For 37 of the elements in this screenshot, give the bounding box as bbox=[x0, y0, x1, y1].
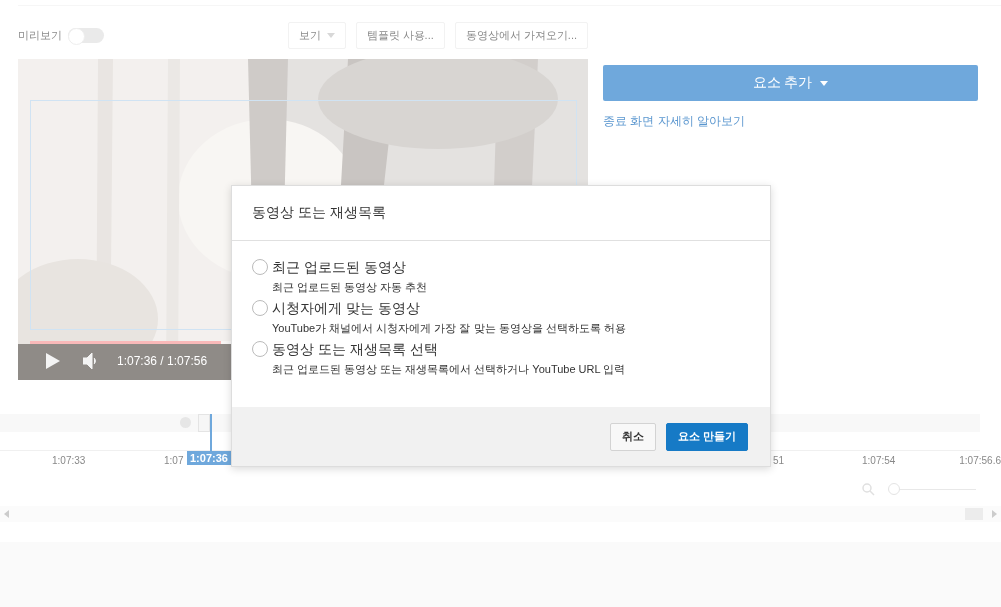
scroll-left-icon[interactable] bbox=[4, 510, 9, 518]
scroll-right-icon[interactable] bbox=[992, 510, 997, 518]
caret-icon bbox=[820, 80, 829, 86]
horizontal-scrollbar[interactable] bbox=[0, 506, 1001, 522]
zoom-slider[interactable] bbox=[888, 483, 976, 495]
play-icon[interactable] bbox=[46, 353, 60, 369]
radio-button[interactable] bbox=[252, 300, 268, 316]
playhead-line bbox=[210, 414, 212, 452]
slider-thumb[interactable] bbox=[888, 483, 900, 495]
volume-icon[interactable] bbox=[83, 353, 99, 369]
time-tick: 1:07:33 bbox=[52, 455, 86, 466]
preview-label: 미리보기 bbox=[18, 28, 62, 43]
dialog-title: 동영상 또는 재생목록 bbox=[252, 204, 386, 222]
toolbar-button[interactable]: 동영상에서 가져오기... bbox=[454, 22, 588, 49]
option-description: 최근 업로드된 동영상 또는 재생목록에서 선택하거나 YouTube URL 입력 bbox=[272, 362, 627, 377]
time-tick: 51 bbox=[773, 455, 785, 466]
playhead-time: 1:07:36 bbox=[187, 451, 231, 465]
radio-button[interactable] bbox=[252, 341, 268, 357]
option-description: 최근 업로드된 동영상 자동 추천 bbox=[272, 280, 429, 295]
time-tick: 1:07 bbox=[164, 455, 184, 466]
radio-button[interactable] bbox=[252, 259, 268, 275]
caret-icon bbox=[326, 33, 335, 38]
learn-more-link[interactable]: 종료 화면 자세히 알아보기 bbox=[603, 113, 978, 130]
timeline-handle[interactable] bbox=[198, 414, 210, 432]
video-time: 1:07:36 / 1:07:56 bbox=[117, 354, 208, 368]
time-tick: 1:07:56.6 bbox=[959, 455, 1001, 466]
cancel-button[interactable]: 취소 bbox=[609, 422, 656, 451]
time-tick: 1:07:54 bbox=[862, 455, 896, 466]
option-label[interactable]: 시청자에게 맞는 동영상 bbox=[272, 300, 750, 318]
option-label[interactable]: 동영상 또는 재생목록 선택 bbox=[272, 341, 750, 359]
add-element-button[interactable]: 요소 추가 bbox=[603, 65, 978, 101]
create-button[interactable]: 요소 만들기 bbox=[665, 422, 748, 451]
toolbar-button[interactable]: 템플릿 사용... bbox=[355, 22, 445, 49]
option-label[interactable]: 최근 업로드된 동영상 bbox=[272, 259, 750, 277]
option-description: YouTube가 채널에서 시청자에게 가장 잘 맞는 동영상을 선택하도록 허용 bbox=[272, 321, 627, 336]
zoom-icon bbox=[862, 483, 875, 496]
view-dropdown[interactable]: 보기 bbox=[287, 22, 346, 49]
